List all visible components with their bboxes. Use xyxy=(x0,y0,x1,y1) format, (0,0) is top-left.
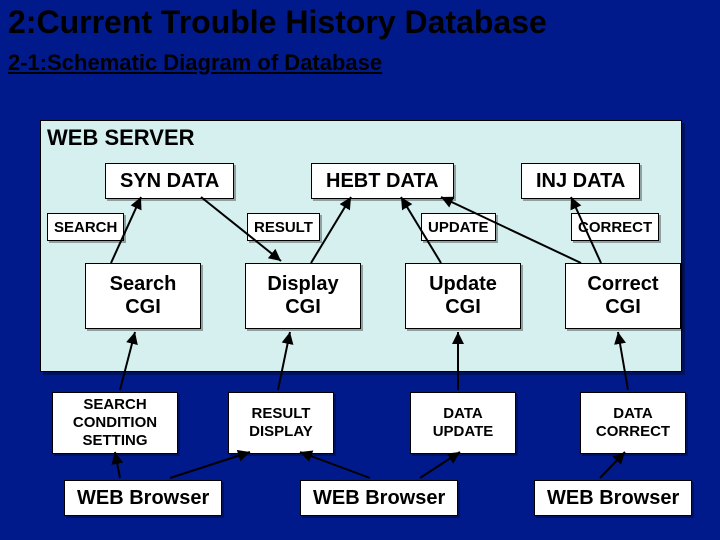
web-browser-box-1: WEB Browser xyxy=(64,480,222,516)
page-title: 2:Current Trouble History Database xyxy=(8,4,547,41)
web-server-panel: WEB SERVER SYN DATA HEBT DATA INJ DATA S… xyxy=(40,120,682,372)
page-subtitle: 2-1:Schematic Diagram of Database xyxy=(8,50,382,76)
inj-data-box: INJ DATA xyxy=(521,163,640,199)
search-condition-setting-box: SEARCHCONDITIONSETTING xyxy=(52,392,178,454)
data-correct-box: DATACORRECT xyxy=(580,392,686,454)
web-server-label: WEB SERVER xyxy=(47,125,195,151)
web-browser-box-2: WEB Browser xyxy=(300,480,458,516)
result-display-box: RESULTDISPLAY xyxy=(228,392,334,454)
data-update-box: DATAUPDATE xyxy=(410,392,516,454)
search-cgi-box: SearchCGI xyxy=(85,263,201,329)
update-cgi-box: UpdateCGI xyxy=(405,263,521,329)
hebt-data-box: HEBT DATA xyxy=(311,163,454,199)
syn-data-box: SYN DATA xyxy=(105,163,234,199)
display-cgi-box: DisplayCGI xyxy=(245,263,361,329)
correct-connector: CORRECT xyxy=(571,213,659,241)
search-connector: SEARCH xyxy=(47,213,124,241)
correct-cgi-box: CorrectCGI xyxy=(565,263,681,329)
web-browser-box-3: WEB Browser xyxy=(534,480,692,516)
server-arrows xyxy=(41,121,681,371)
result-connector: RESULT xyxy=(247,213,320,241)
update-connector: UPDATE xyxy=(421,213,496,241)
